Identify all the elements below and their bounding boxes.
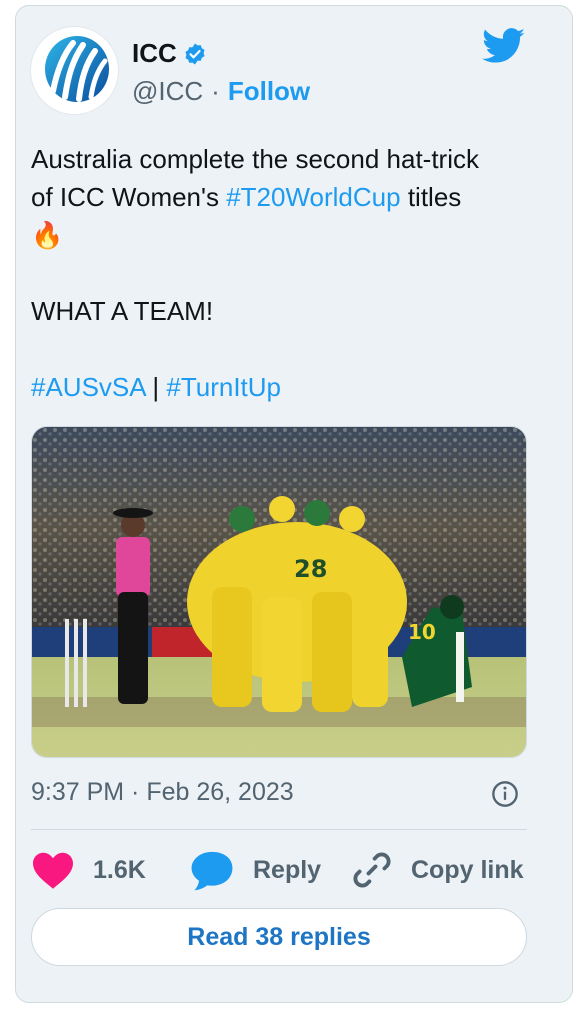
action-bar: 1.6K Reply Copy link xyxy=(31,846,531,894)
hashtag-t20worldcup[interactable]: #T20WorldCup xyxy=(226,182,400,212)
hashtag-ausvsa[interactable]: #AUSvSA xyxy=(31,372,145,402)
tweet-header: ICC @ICC · Follow xyxy=(30,26,530,116)
follow-button[interactable]: Follow xyxy=(228,76,310,107)
tweet-line-1: Australia complete the second hat-trick xyxy=(31,144,479,174)
reply-bubble-icon xyxy=(191,851,233,891)
link-icon xyxy=(353,852,391,888)
reply-label: Reply xyxy=(253,855,322,884)
tweet-line-4: WHAT A TEAM! xyxy=(31,296,214,326)
like-button[interactable]: 1.6K xyxy=(31,846,146,894)
copy-link-button[interactable]: Copy link xyxy=(351,846,524,894)
team-celebration-photo: 28 10 xyxy=(32,427,526,757)
svg-text:10: 10 xyxy=(408,620,436,644)
author-name[interactable]: ICC xyxy=(132,38,177,69)
tweet-line-2-prefix: of ICC Women's xyxy=(31,182,227,212)
like-count: 1.6K xyxy=(93,855,146,884)
timestamp-row: 9:37 PM · Feb 26, 2023 xyxy=(31,778,531,814)
author-name-row[interactable]: ICC xyxy=(132,38,207,69)
heart-icon xyxy=(33,852,73,889)
tweet-line-2-suffix: titles xyxy=(400,182,462,212)
verified-badge-icon xyxy=(185,43,205,64)
reply-button[interactable]: Reply xyxy=(189,846,321,894)
tweet-hashtags: #AUSvSA | #TurnItUp xyxy=(31,368,531,406)
twitter-bird-icon[interactable] xyxy=(482,28,526,64)
tweet-timestamp[interactable]: 9:37 PM · Feb 26, 2023 xyxy=(31,778,294,807)
author-handle[interactable]: @ICC xyxy=(132,76,203,107)
tweet-line-2: of ICC Women's #T20WorldCup titles xyxy=(31,178,531,216)
icc-logo xyxy=(45,36,109,102)
svg-text:28: 28 xyxy=(294,555,327,583)
copy-link-label: Copy link xyxy=(411,855,524,884)
read-replies-label: Read 38 replies xyxy=(187,922,371,951)
tweet-text: Australia complete the second hat-trick … xyxy=(31,140,531,406)
hashtag-turnitup[interactable]: #TurnItUp xyxy=(166,372,281,402)
divider xyxy=(31,829,527,830)
read-replies-button[interactable]: Read 38 replies xyxy=(31,908,527,966)
author-avatar[interactable] xyxy=(30,26,119,115)
hashtag-separator: | xyxy=(145,372,167,402)
fire-emoji: 🔥 xyxy=(31,220,64,250)
info-icon[interactable] xyxy=(491,780,519,808)
author-handle-row: @ICC · Follow xyxy=(132,76,310,107)
separator-dot: · xyxy=(211,76,220,106)
tweet-photo[interactable]: 28 10 xyxy=(31,426,527,758)
